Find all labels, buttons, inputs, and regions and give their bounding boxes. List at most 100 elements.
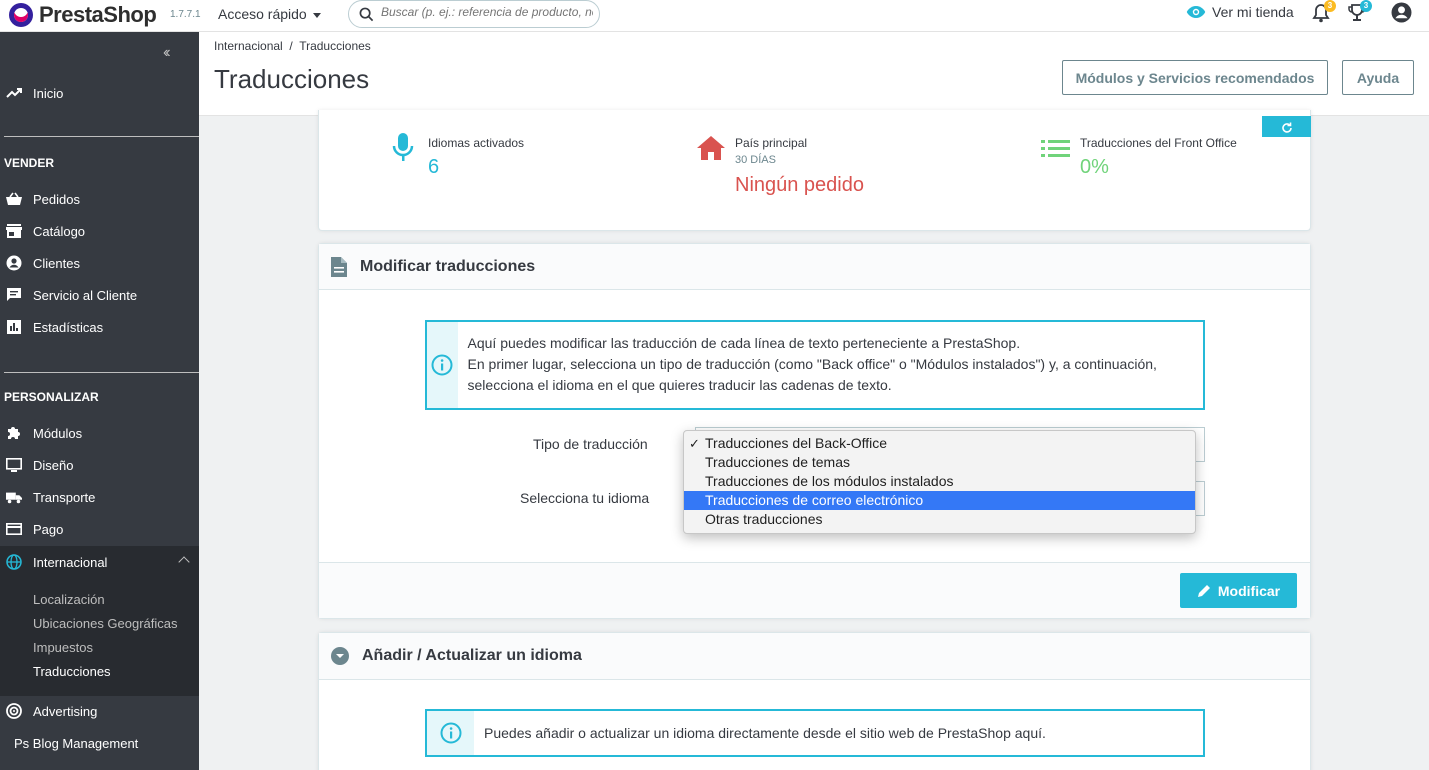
pencil-icon xyxy=(1197,585,1210,597)
kpi-country-period: 30 DÍAS xyxy=(735,154,776,166)
info-line-1: Aquí puedes modificar las traducción de … xyxy=(467,335,1021,351)
refresh-icon xyxy=(1281,122,1292,133)
brand-name: PrestaShop xyxy=(39,2,157,27)
sidebar-item-label: Catálogo xyxy=(33,223,86,239)
sidebar-item-customer-service[interactable]: Servicio al Cliente xyxy=(0,279,199,311)
truck-icon xyxy=(6,489,22,505)
version-label: 1.7.7.1 xyxy=(170,9,201,20)
view-shop-link[interactable]: Ver mi tienda xyxy=(1186,4,1294,20)
dropdown-option[interactable]: Traducciones de los módulos instalados xyxy=(684,472,1195,491)
chevron-down-circle-icon xyxy=(331,647,349,665)
trending-up-icon xyxy=(6,85,22,101)
search-box[interactable] xyxy=(348,0,600,28)
target-icon xyxy=(6,703,22,719)
shopping-basket-icon xyxy=(6,191,22,207)
checkmark-icon: ✓ xyxy=(689,436,700,451)
trophy-button[interactable]: 3 xyxy=(1348,0,1372,26)
help-button[interactable]: Ayuda xyxy=(1342,60,1414,95)
document-icon xyxy=(331,256,347,277)
info-icon xyxy=(427,322,458,408)
collapse-sidebar-icon[interactable]: ‹‹ xyxy=(163,44,170,62)
kpi-front-value: 0% xyxy=(1080,156,1109,178)
dropdown-option-highlighted[interactable]: Traducciones de correo electrónico xyxy=(684,491,1195,510)
search-icon xyxy=(359,7,374,22)
puffin-logo-icon xyxy=(9,3,33,27)
panel-footer: Modificar xyxy=(319,562,1310,618)
profile-button[interactable] xyxy=(1391,2,1412,26)
home-icon xyxy=(697,136,725,160)
sidebar-divider xyxy=(4,136,199,137)
sidebar-item-customers[interactable]: Clientes xyxy=(0,247,199,279)
eye-icon xyxy=(1186,6,1206,18)
bar-chart-icon xyxy=(6,319,22,335)
sidebar-item-label: Inicio xyxy=(33,85,64,101)
sidebar-item-label: Clientes xyxy=(33,255,80,271)
dropdown-option[interactable]: Traducciones de temas xyxy=(684,453,1195,472)
dropdown-option[interactable]: Otras traducciones xyxy=(684,510,1195,529)
list-icon xyxy=(1041,140,1070,157)
view-shop-label: Ver mi tienda xyxy=(1212,4,1294,20)
dropdown-option[interactable]: ✓ Traducciones del Back-Office xyxy=(684,434,1195,453)
sidebar-divider xyxy=(4,372,199,373)
panel-heading[interactable]: Añadir / Actualizar un idioma xyxy=(319,633,1310,680)
sidebar-item-label: Servicio al Cliente xyxy=(33,287,138,303)
info-alert: Aquí puedes modificar las traducción de … xyxy=(425,320,1205,410)
page-title: Traducciones xyxy=(214,64,370,94)
language-label: Selecciona tu idioma xyxy=(520,490,650,506)
modify-button[interactable]: Modificar xyxy=(1180,573,1297,608)
monitor-icon xyxy=(6,457,22,473)
sidebar-item-label: Diseño xyxy=(33,457,74,473)
sidebar: ‹‹ Inicio VENDER Pedidos Catálogo Client… xyxy=(0,32,199,770)
chevron-up-icon xyxy=(178,556,190,568)
refresh-kpi-button[interactable] xyxy=(1262,116,1311,137)
sidebar-item-home[interactable]: Inicio xyxy=(0,77,199,109)
sidebar-subitem-taxes[interactable]: Impuestos xyxy=(33,640,93,655)
info-icon xyxy=(427,711,474,755)
translation-type-label: Tipo de traducción xyxy=(533,436,648,452)
sidebar-item-design[interactable]: Diseño xyxy=(0,449,199,481)
info-alert: Puedes añadir o actualizar un idioma dir… xyxy=(425,709,1205,757)
notifications-badge: 3 xyxy=(1324,0,1336,12)
sidebar-item-payment[interactable]: Pago xyxy=(0,513,199,545)
sidebar-item-label: Pago xyxy=(33,521,64,537)
credit-card-icon xyxy=(6,521,22,537)
sidebar-item-advertising[interactable]: Advertising xyxy=(0,695,199,727)
section-title-customize: PERSONALIZAR xyxy=(4,390,99,404)
sidebar-item-shipping[interactable]: Transporte xyxy=(0,481,199,513)
sidebar-item-label: Transporte xyxy=(33,489,96,505)
sidebar-item-modules[interactable]: Módulos xyxy=(0,417,199,449)
recommended-modules-button[interactable]: Módulos y Servicios recomendados xyxy=(1062,60,1328,95)
sidebar-item-international[interactable]: Internacional xyxy=(0,546,199,578)
notifications-button[interactable]: 3 xyxy=(1312,0,1336,26)
trophy-badge: 3 xyxy=(1360,0,1372,12)
translation-type-dropdown[interactable]: ✓ Traducciones del Back-Office Traduccion… xyxy=(683,430,1196,534)
breadcrumb-parent[interactable]: Internacional xyxy=(214,39,283,53)
sidebar-item-label: Ps Blog Management xyxy=(14,735,139,751)
sidebar-item-label: Estadísticas xyxy=(33,319,104,335)
microphone-icon xyxy=(392,133,414,161)
user-account-icon xyxy=(1391,2,1412,23)
sidebar-item-orders[interactable]: Pedidos xyxy=(0,183,199,215)
kpi-panel: Idiomas activados 6 País principal 30 DÍ… xyxy=(318,110,1311,231)
modify-button-label: Modificar xyxy=(1217,582,1281,599)
account-circle-icon xyxy=(6,255,22,271)
sidebar-subitem-translations[interactable]: Traducciones xyxy=(33,664,111,679)
sidebar-subitem-localization[interactable]: Localización xyxy=(33,592,105,607)
sidebar-item-label: Módulos xyxy=(33,425,83,441)
page-header: Internacional / Traducciones Traduccione… xyxy=(199,32,1429,116)
sidebar-item-catalog[interactable]: Catálogo xyxy=(0,215,199,247)
panel-title: Modificar traducciones xyxy=(360,257,536,275)
sidebar-item-blog[interactable]: Ps Blog Management xyxy=(0,727,199,759)
quick-access-dropdown[interactable]: Acceso rápido xyxy=(218,6,321,22)
kpi-languages-label: Idiomas activados xyxy=(428,136,525,150)
kpi-country-value: Ningún pedido xyxy=(735,174,864,196)
kpi-languages-value: 6 xyxy=(428,156,440,178)
sidebar-item-stats[interactable]: Estadísticas xyxy=(0,311,199,343)
search-input[interactable] xyxy=(381,5,593,19)
sidebar-item-label: Pedidos xyxy=(33,191,80,207)
top-bar: PrestaShop 1.7.7.1 Acceso rápido Ver mi … xyxy=(0,0,1429,32)
sidebar-item-label: Internacional xyxy=(33,554,108,570)
sidebar-subitem-locations[interactable]: Ubicaciones Geográficas xyxy=(33,616,178,631)
info-text: Puedes añadir o actualizar un idioma dir… xyxy=(484,725,1046,741)
prestashop-logo[interactable]: PrestaShop xyxy=(9,2,157,28)
